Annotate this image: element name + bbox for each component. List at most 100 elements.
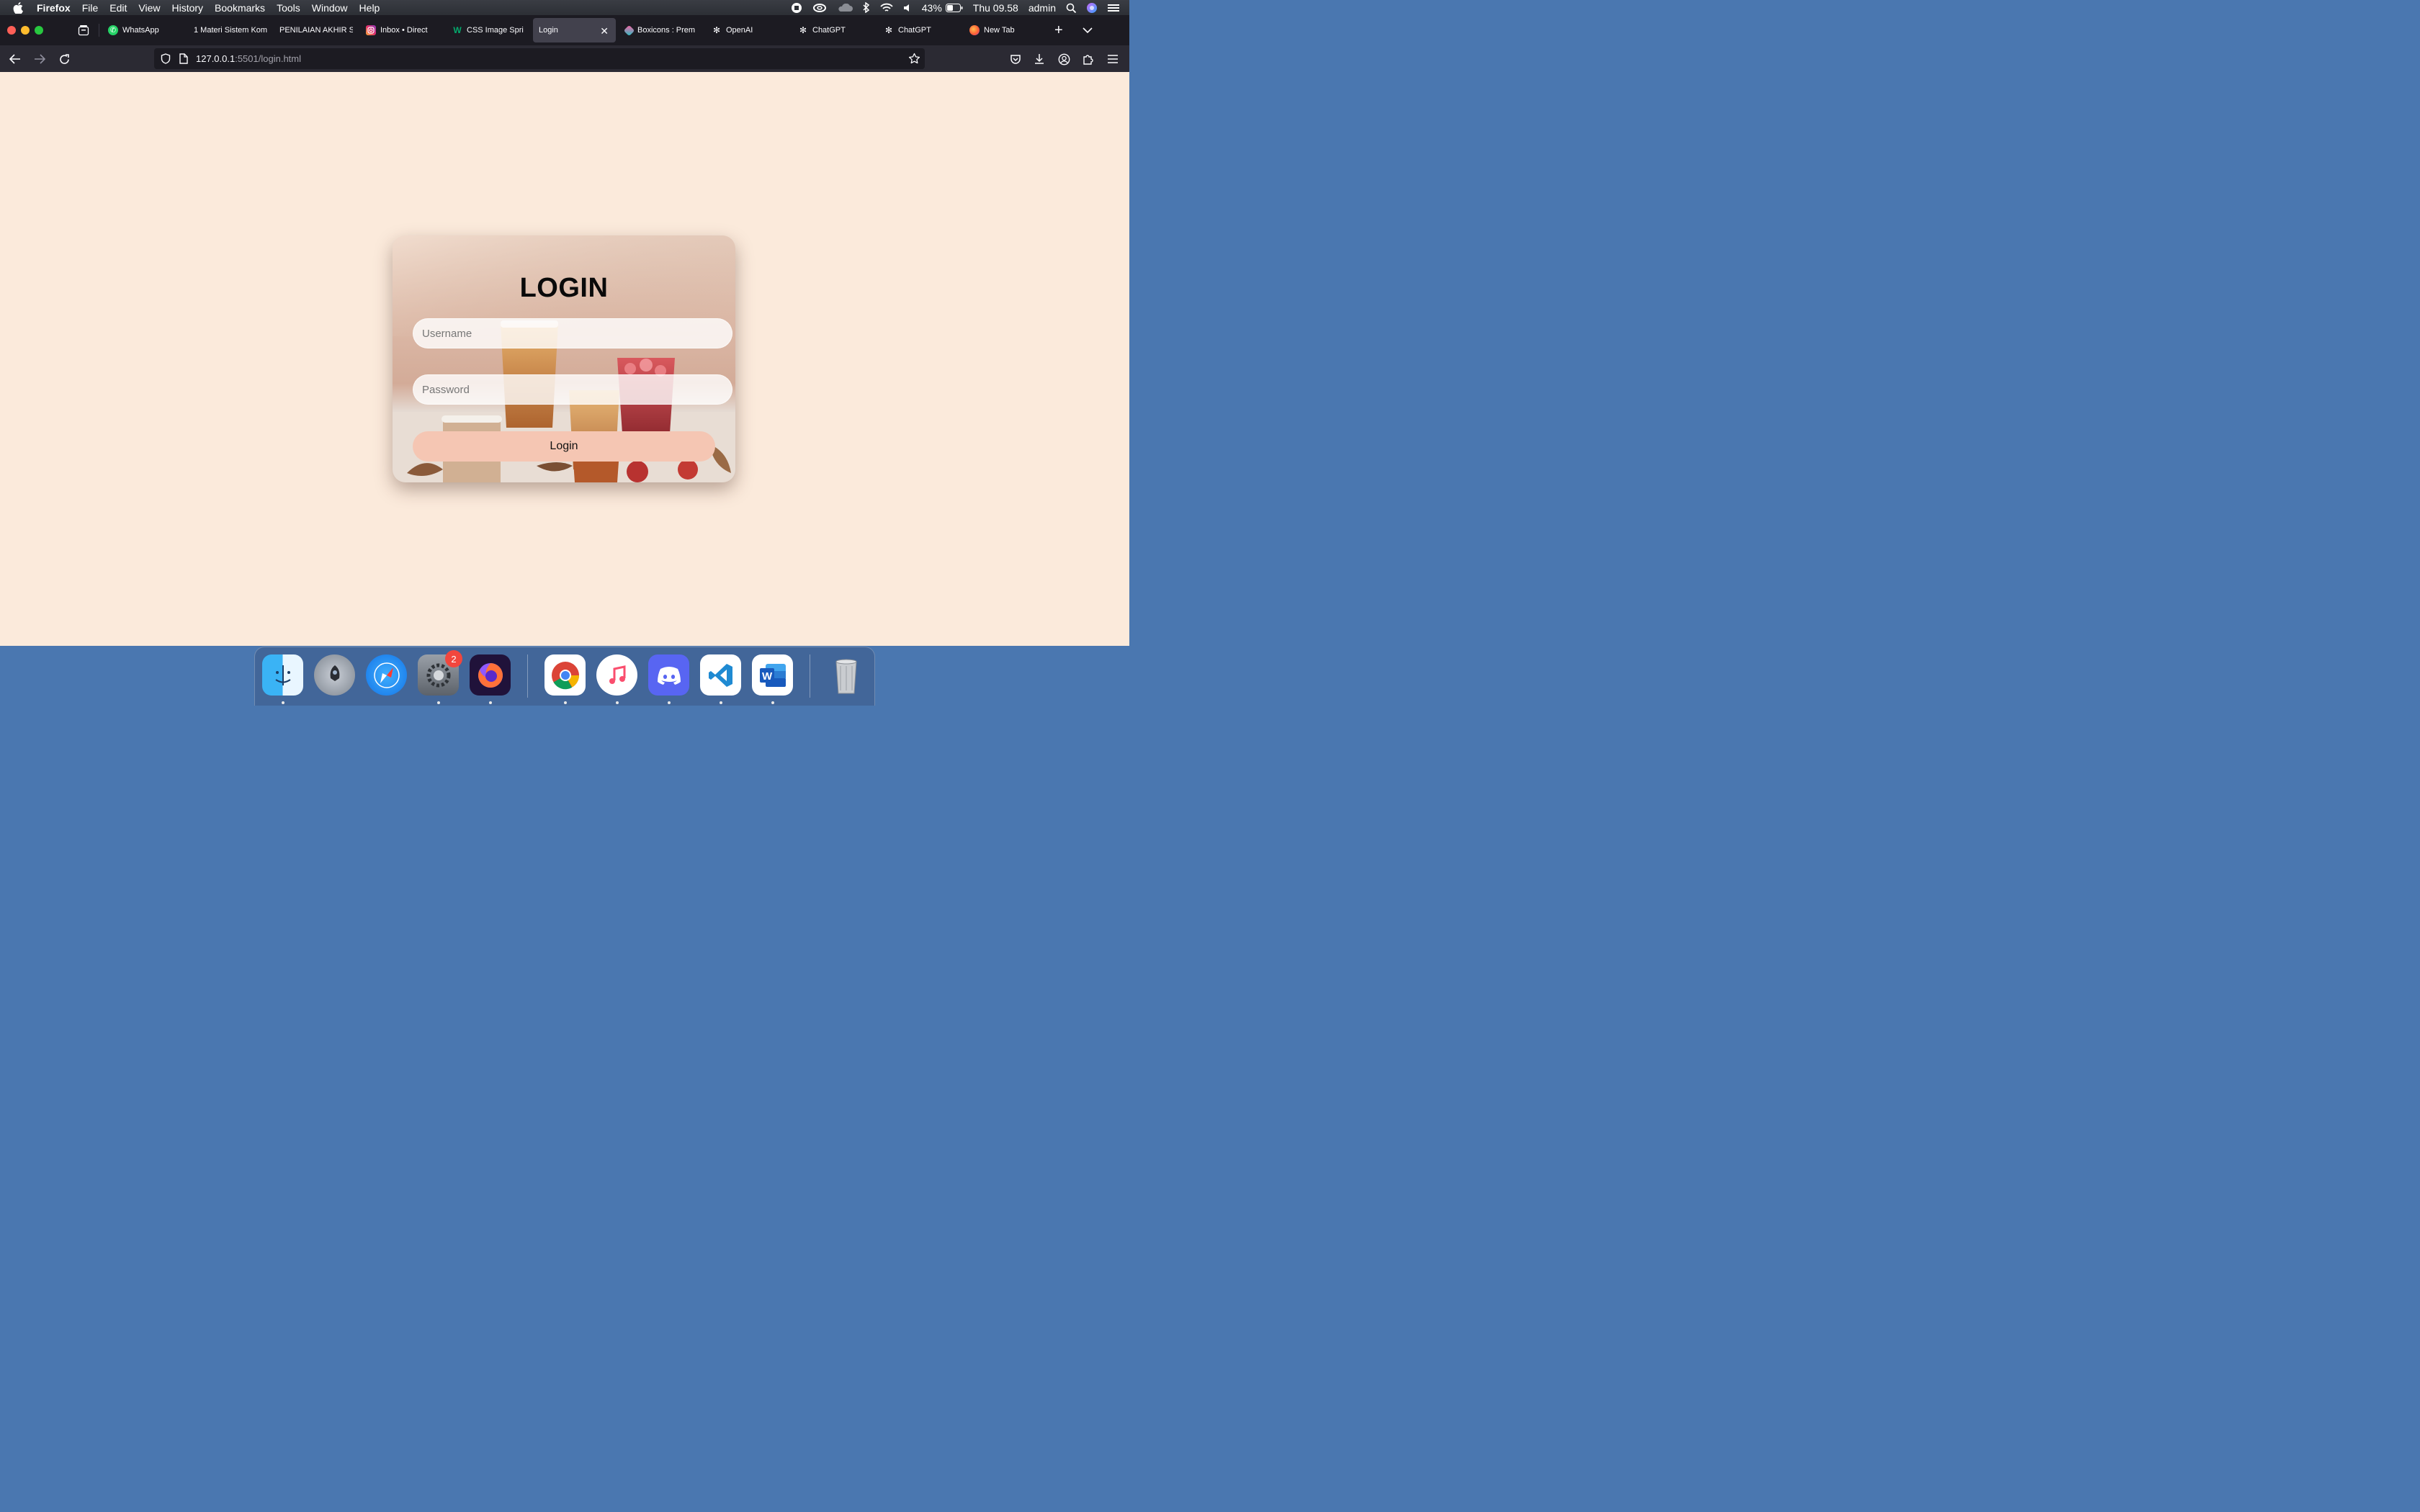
tab-boxicons[interactable]: Boxicons : Prem — [618, 18, 699, 42]
screen-record-icon[interactable] — [791, 2, 802, 14]
tab-chatgpt-1[interactable]: ✻ ChatGPT — [791, 18, 871, 42]
cloud-icon[interactable] — [837, 3, 853, 12]
tab-css-image-sprites[interactable]: W CSS Image Spri — [445, 18, 526, 42]
running-indicator — [489, 701, 492, 704]
tab-materi[interactable]: 1 Materi Sistem Kom — [187, 18, 267, 42]
tab-label: Boxicons : Prem — [637, 26, 696, 35]
dock: W — [254, 647, 875, 706]
menu-history[interactable]: History — [171, 2, 203, 14]
control-center-icon[interactable] — [1108, 4, 1119, 12]
forward-arrow-icon[interactable] — [32, 52, 47, 66]
battery-percent: 43% — [921, 1, 942, 14]
menu-bookmarks[interactable]: Bookmarks — [215, 2, 265, 14]
url-text[interactable]: 127.0.0.1:5501/login.html — [196, 53, 301, 64]
tab-instagram[interactable]: Inbox • Direct — [359, 18, 439, 42]
tab-bar: ✆ WhatsApp 1 Materi Sistem Kom PENILAIAN… — [0, 15, 1129, 45]
spotlight-search-icon[interactable] — [1066, 3, 1076, 13]
tab-chatgpt-2[interactable]: ✻ ChatGPT — [877, 18, 957, 42]
close-window-button[interactable] — [7, 26, 16, 35]
openai-icon: ✻ — [884, 25, 893, 35]
menu-window[interactable]: Window — [312, 2, 348, 14]
apple-menu-icon[interactable] — [13, 1, 26, 14]
tab-label: CSS Image Spri — [467, 26, 524, 35]
menu-edit[interactable]: Edit — [109, 2, 127, 14]
list-all-tabs-chevron-icon[interactable] — [1083, 24, 1093, 37]
tab-label: ChatGPT — [898, 26, 931, 35]
url-path: :5501/login.html — [235, 53, 301, 64]
openai-icon: ✻ — [712, 25, 721, 35]
boxicons-icon — [623, 24, 635, 36]
back-arrow-icon[interactable] — [8, 52, 22, 66]
zoom-window-button[interactable] — [35, 26, 43, 35]
creative-cloud-icon[interactable] — [812, 3, 827, 13]
status-menus: 43% Thu 09.58 admin — [791, 0, 1129, 15]
running-indicator — [771, 701, 774, 704]
username-input[interactable] — [413, 318, 732, 348]
launchpad-icon[interactable] — [314, 654, 355, 696]
tab-label: OpenAI — [726, 26, 753, 35]
address-bar[interactable]: 127.0.0.1:5501/login.html — [154, 48, 925, 69]
account-icon[interactable] — [1057, 52, 1071, 66]
bookmark-star-icon[interactable] — [908, 53, 920, 67]
navigation-toolbar: 127.0.0.1:5501/login.html — [0, 45, 1129, 72]
tab-label: New Tab — [984, 26, 1015, 35]
tab-new-tab[interactable]: New Tab — [962, 18, 1043, 42]
siri-icon[interactable] — [1086, 2, 1098, 14]
url-host: 127.0.0.1 — [196, 53, 236, 64]
running-indicator — [282, 701, 284, 704]
hamburger-menu-icon[interactable] — [1106, 52, 1120, 66]
safari-icon[interactable] — [366, 654, 407, 696]
tab-login[interactable]: Login ✕ — [533, 18, 616, 42]
tab-label: PENILAIAN AKHIR S — [279, 26, 353, 35]
finder-icon[interactable] — [262, 654, 303, 696]
notification-badge: 2 — [445, 650, 462, 667]
word-icon[interactable]: W — [752, 654, 793, 696]
tab-openai[interactable]: ✻ OpenAI — [704, 18, 785, 42]
firefox-icon — [969, 25, 980, 35]
wifi-icon[interactable] — [880, 3, 893, 12]
menu-bar: Firefox File Edit View History Bookmarks… — [0, 0, 1129, 15]
svg-text:W: W — [762, 670, 773, 683]
tab-label: ChatGPT — [812, 26, 846, 35]
menu-app-name[interactable]: Firefox — [37, 2, 71, 14]
tab-label: Login — [539, 26, 558, 35]
firefox-view-icon[interactable] — [78, 24, 89, 40]
extensions-icon[interactable] — [1081, 52, 1095, 66]
menu-file[interactable]: File — [82, 2, 99, 14]
downloads-icon[interactable] — [1032, 52, 1047, 66]
shield-icon[interactable] — [161, 53, 171, 66]
tab-penilaian[interactable]: PENILAIAN AKHIR S — [272, 18, 353, 42]
close-tab-icon[interactable]: ✕ — [600, 25, 609, 37]
trash-icon[interactable] — [825, 654, 866, 696]
running-indicator — [616, 701, 619, 704]
user-name[interactable]: admin — [1028, 2, 1056, 14]
clock[interactable]: Thu 09.58 — [973, 2, 1018, 14]
instagram-icon — [366, 25, 376, 35]
openai-icon: ✻ — [799, 25, 807, 35]
music-icon[interactable] — [596, 654, 637, 696]
password-input[interactable] — [413, 374, 732, 405]
vscode-icon[interactable] — [700, 654, 741, 696]
login-button[interactable]: Login — [413, 431, 715, 462]
pocket-icon[interactable] — [1008, 52, 1023, 66]
minimize-window-button[interactable] — [21, 26, 30, 35]
new-tab-plus-icon[interactable]: + — [1054, 23, 1063, 37]
tab-whatsapp[interactable]: ✆ WhatsApp — [101, 18, 182, 42]
discord-icon[interactable] — [648, 654, 689, 696]
bluetooth-icon[interactable] — [863, 2, 870, 13]
page-icon[interactable] — [179, 53, 188, 66]
login-card: LOGIN Login — [393, 235, 735, 482]
menu-view[interactable]: View — [138, 2, 160, 14]
running-indicator — [564, 701, 567, 704]
running-indicator — [668, 701, 671, 704]
w3schools-icon: W — [453, 25, 462, 35]
menu-help[interactable]: Help — [359, 2, 380, 14]
menu-tools[interactable]: Tools — [277, 2, 300, 14]
volume-icon[interactable] — [903, 4, 912, 12]
firefox-icon[interactable] — [470, 654, 511, 696]
chrome-icon[interactable] — [544, 654, 586, 696]
tab-label: WhatsApp — [122, 26, 159, 35]
running-indicator — [437, 701, 440, 704]
battery-icon[interactable] — [945, 3, 963, 12]
reload-icon[interactable] — [57, 52, 71, 66]
